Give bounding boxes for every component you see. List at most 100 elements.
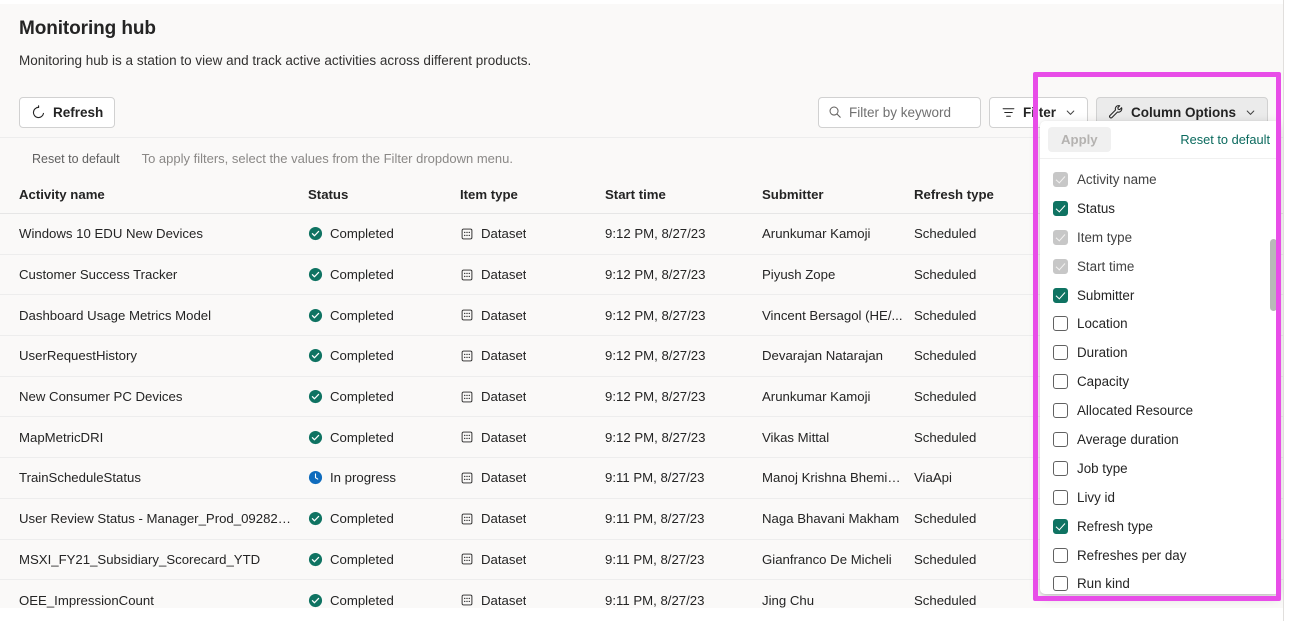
cell-activity-name[interactable]: Windows 10 EDU New Devices <box>0 213 308 255</box>
checkbox-icon[interactable] <box>1053 518 1068 534</box>
column-option-livy-id[interactable]: Livy id <box>1040 483 1280 512</box>
checkbox-icon[interactable] <box>1053 547 1068 563</box>
search-input[interactable] <box>848 104 972 120</box>
cell-start-time: 9:12 PM, 8/27/23 <box>605 335 762 377</box>
column-option-label: Refresh type <box>1077 518 1153 534</box>
completed-icon <box>308 552 323 567</box>
checkbox-icon[interactable] <box>1053 460 1068 476</box>
cell-activity-name[interactable]: TrainScheduleStatus <box>0 457 308 499</box>
status-label: Completed <box>330 429 394 445</box>
chevron-down-icon <box>1065 107 1076 118</box>
cell-status: Completed <box>308 254 460 296</box>
checkbox-icon[interactable] <box>1053 374 1068 390</box>
column-option-capacity[interactable]: Capacity <box>1040 367 1280 396</box>
cell-activity-name[interactable]: MapMetricDRI <box>0 416 308 459</box>
cell-submitter: Naga Bhavani Makham <box>762 498 914 540</box>
refresh-button[interactable]: Refresh <box>19 96 116 128</box>
column-option-label: Job type <box>1077 460 1128 476</box>
cell-item-type: Dataset <box>460 457 605 499</box>
apply-button[interactable]: Apply <box>1048 127 1111 152</box>
column-option-label: Average duration <box>1077 431 1179 447</box>
reset-to-default-link[interactable]: Reset to default <box>32 152 120 166</box>
column-options-dropdown: Apply Reset to default Activity name Stat… <box>1040 121 1280 594</box>
column-header-start-time[interactable]: Start time <box>605 179 762 214</box>
checkbox-icon[interactable] <box>1053 403 1068 419</box>
column-option-label: Activity name <box>1077 171 1157 187</box>
window-frame-right <box>1283 0 1292 621</box>
column-option-duration[interactable]: Duration <box>1040 338 1280 367</box>
cell-activity-name[interactable]: OEE_ImpressionCount <box>0 579 308 610</box>
column-option-refreshes-per-day[interactable]: Refreshes per day <box>1040 541 1280 570</box>
status-label: Completed <box>330 551 394 567</box>
column-option-label: Duration <box>1077 345 1128 361</box>
cell-item-type: Dataset <box>460 498 605 540</box>
cell-item-type: Dataset <box>460 376 605 418</box>
item-type-label: Dataset <box>481 267 527 283</box>
checkbox-icon[interactable] <box>1053 576 1068 592</box>
column-header-submitter[interactable]: Submitter <box>762 179 914 214</box>
column-option-label: Location <box>1077 316 1128 332</box>
column-header-item-type[interactable]: Item type <box>460 179 605 214</box>
status-label: Completed <box>330 226 394 242</box>
checkbox-icon[interactable] <box>1053 316 1068 332</box>
cell-submitter: Devarajan Natarajan <box>762 335 914 377</box>
checkbox-icon <box>1053 258 1068 274</box>
column-option-job-type[interactable]: Job type <box>1040 454 1280 483</box>
checkbox-icon <box>1053 171 1068 187</box>
item-type-label: Dataset <box>481 348 527 364</box>
cell-item-type: Dataset <box>460 294 605 337</box>
checkbox-icon[interactable] <box>1053 287 1068 303</box>
column-option-label: Refreshes per day <box>1077 547 1187 563</box>
column-option-average-duration[interactable]: Average duration <box>1040 425 1280 454</box>
column-option-allocated-resource[interactable]: Allocated Resource <box>1040 396 1280 425</box>
cell-start-time: 9:11 PM, 8/27/23 <box>605 579 762 610</box>
column-option-run-kind[interactable]: Run kind <box>1040 569 1280 594</box>
cell-start-time: 9:12 PM, 8/27/23 <box>605 416 762 459</box>
cell-activity-name[interactable]: New Consumer PC Devices <box>0 376 308 418</box>
column-option-activity-name: Activity name <box>1040 165 1280 194</box>
column-option-location[interactable]: Location <box>1040 309 1280 338</box>
checkbox-icon <box>1053 229 1068 245</box>
cell-start-time: 9:11 PM, 8/27/23 <box>605 539 762 581</box>
checkbox-icon[interactable] <box>1053 345 1068 361</box>
cell-submitter: Manoj Krishna Bhemin... <box>762 457 914 499</box>
cell-activity-name[interactable]: MSXI_FY21_Subsidiary_Scorecard_YTD <box>0 539 308 581</box>
cell-start-time: 9:12 PM, 8/27/23 <box>605 294 762 337</box>
column-header-status[interactable]: Status <box>308 179 460 214</box>
in-progress-icon <box>308 470 323 485</box>
dataset-icon <box>460 227 474 241</box>
dataset-icon <box>460 552 474 566</box>
cell-activity-name[interactable]: Dashboard Usage Metrics Model <box>0 294 308 337</box>
reset-to-default-button[interactable]: Reset to default <box>1180 132 1270 147</box>
checkbox-icon[interactable] <box>1053 200 1068 216</box>
status-label: Completed <box>330 511 394 527</box>
cell-activity-name[interactable]: User Review Status - Manager_Prod_092820… <box>0 498 308 540</box>
checkbox-icon[interactable] <box>1053 431 1068 447</box>
column-option-submitter[interactable]: Submitter <box>1040 281 1280 310</box>
column-option-status[interactable]: Status <box>1040 194 1280 223</box>
checkbox-icon[interactable] <box>1053 489 1068 505</box>
column-option-label: Capacity <box>1077 374 1130 390</box>
search-box[interactable] <box>817 96 981 128</box>
filter-icon <box>1001 105 1016 120</box>
cell-activity-name[interactable]: UserRequestHistory <box>0 335 308 377</box>
cell-start-time: 9:12 PM, 8/27/23 <box>605 254 762 296</box>
column-option-label: Status <box>1077 200 1115 216</box>
item-type-label: Dataset <box>481 470 527 486</box>
window-frame-bottom <box>0 608 1292 621</box>
column-option-item-type: Item type <box>1040 223 1280 252</box>
status-label: In progress <box>330 470 396 486</box>
filter-label: Filter <box>1022 104 1056 120</box>
dataset-icon <box>460 471 474 485</box>
cell-status: Completed <box>308 213 460 255</box>
cell-start-time: 9:12 PM, 8/27/23 <box>605 213 762 255</box>
chevron-down-icon <box>1245 107 1256 118</box>
cell-activity-name[interactable]: Customer Success Tracker <box>0 254 308 296</box>
status-label: Completed <box>330 307 394 323</box>
cell-submitter: Arunkumar Kamoji <box>762 376 914 418</box>
dropdown-scrollbar[interactable] <box>1270 239 1277 311</box>
column-option-label: Run kind <box>1077 576 1130 592</box>
column-header-activity-name[interactable]: Activity name <box>0 179 308 214</box>
cell-start-time: 9:11 PM, 8/27/23 <box>605 457 762 499</box>
column-option-refresh-type[interactable]: Refresh type <box>1040 512 1280 541</box>
